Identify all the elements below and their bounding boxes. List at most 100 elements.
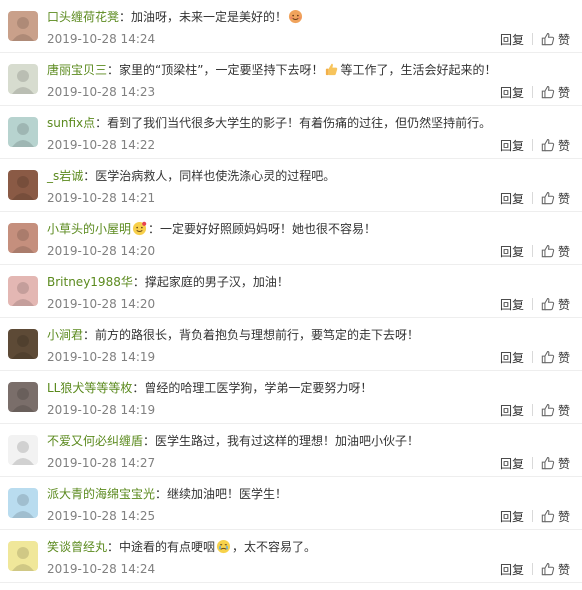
thumbs-up-icon [541,86,555,99]
comment-item: Britney1988华：撑起家庭的男子汉，加油！ 2019-10-28 14:2… [0,265,582,318]
comment-username-link[interactable]: _s岩诚 [47,169,83,183]
avatar[interactable] [8,541,38,571]
avatar[interactable] [8,11,38,41]
like-button[interactable]: 赞 [541,349,570,366]
comment-actions: 回复 赞 [500,296,570,312]
thumbs-up-icon [541,457,555,470]
action-divider [531,563,533,575]
comment-username-link[interactable]: 不爱又何必纠缠盾 [47,434,143,448]
comment-username-link[interactable]: Britney1988华 [47,275,133,289]
comment-username-link[interactable]: 唐丽宝贝三 [47,63,107,77]
thumbs-up-icon [541,298,555,311]
comment-username-link[interactable]: 派大青的海绵宝宝光 [47,487,155,501]
reply-button[interactable]: 回复 [500,137,524,154]
comment-text: ：家里的“顶梁柱”，一定要坚持下去呀！ [107,63,324,77]
comment-text: ：看到了我们当代很多大学生的影子！有着伤痛的过往，但仍然坚持前行。 [95,116,492,130]
action-divider [531,404,533,416]
comment-timestamp: 2019-10-28 14:25 [47,509,156,523]
comment-line: _s岩诚：医学治病救人，同样也使洗涤心灵的过程吧。 [47,168,574,184]
comment-item: 唐丽宝贝三：家里的“顶梁柱”，一定要坚持下去呀！ 等工作了，生活会好起来的！ 201… [0,53,582,106]
avatar[interactable] [8,170,38,200]
reply-button[interactable]: 回复 [500,561,524,578]
like-label: 赞 [557,509,570,524]
action-divider [531,33,533,45]
comment-line: Britney1988华：撑起家庭的男子汉，加油！ [47,274,574,290]
avatar[interactable] [8,329,38,359]
like-button[interactable]: 赞 [541,561,570,578]
like-button[interactable]: 赞 [541,402,570,419]
like-button[interactable]: 赞 [541,296,570,313]
thumbs-up-icon [541,192,555,205]
avatar[interactable] [8,435,38,465]
avatar[interactable] [8,117,38,147]
comment-actions: 回复 赞 [500,190,570,206]
avatar[interactable] [8,488,38,518]
like-button[interactable]: 赞 [541,137,570,154]
reply-button[interactable]: 回复 [500,402,524,419]
comment-username-link[interactable]: LL狼犬等等等枚 [47,381,132,395]
reply-button[interactable]: 回复 [500,31,524,48]
comment-item: _s岩诚：医学治病救人，同样也使洗涤心灵的过程吧。 2019-10-28 14:2… [0,159,582,212]
comment-timestamp: 2019-10-28 14:27 [47,456,156,470]
like-button[interactable]: 赞 [541,31,570,48]
comment-item: 派大青的海绵宝宝光：继续加油吧！医学生！ 2019-10-28 14:25 回复 赞 [0,477,582,530]
like-button[interactable]: 赞 [541,455,570,472]
comment-timestamp: 2019-10-28 14:24 [47,562,156,576]
like-label: 赞 [557,191,570,206]
reply-button[interactable]: 回复 [500,508,524,525]
reply-button[interactable]: 回复 [500,84,524,101]
like-label: 赞 [557,297,570,312]
like-button[interactable]: 赞 [541,190,570,207]
avatar[interactable] [8,382,38,412]
like-label: 赞 [557,350,570,365]
like-label: 赞 [557,403,570,418]
reply-button[interactable]: 回复 [500,243,524,260]
reply-button[interactable]: 回复 [500,190,524,207]
comment-username-link[interactable]: 笑谈曾经丸 [47,540,107,554]
comment-text: ：一定要好好照顾妈妈呀！她也很不容易！ [148,222,377,236]
thumbs-up-icon [541,404,555,417]
comment-username-link[interactable]: 小草头的小屋明 [47,222,131,236]
comment-line: sunfix点：看到了我们当代很多大学生的影子！有着伤痛的过往，但仍然坚持前行。 [47,115,574,131]
flower-emoji [131,221,148,236]
comment-list: 口头缠荷花凳：加油呀，未来一定是美好的！ 2019-10-28 14:24 回复赞唐… [0,0,582,590]
thumbs-up-icon [541,139,555,152]
comment-username-link[interactable]: 口头缠荷花凳 [47,10,119,24]
thumbs-up-icon [541,510,555,523]
like-label: 赞 [557,244,570,259]
smile-emoji [287,9,304,24]
thumbs-up-icon [541,245,555,258]
comment-timestamp: 2019-10-28 14:24 [47,32,156,46]
comment-actions: 回复 赞 [500,561,570,577]
comment-actions: 回复 赞 [500,31,570,47]
avatar[interactable] [8,276,38,306]
comment-line: 笑谈曾经丸：中途看的有点哽咽 ，太不容易了。 [47,539,574,555]
comment-actions: 回复 赞 [500,402,570,418]
action-divider [531,457,533,469]
reply-button[interactable]: 回复 [500,349,524,366]
comment-actions: 回复 赞 [500,84,570,100]
like-button[interactable]: 赞 [541,84,570,101]
comment-text: ：撑起家庭的男子汉，加油！ [132,275,289,289]
reply-button[interactable]: 回复 [500,455,524,472]
thumbs-up-icon [541,33,555,46]
comment-line: 不爱又何必纠缠盾：医学生路过，我有过这样的理想！加油吧小伙子！ [47,433,574,449]
comment-timestamp: 2019-10-28 14:21 [47,191,156,205]
comment-text: ：医学生路过，我有过这样的理想！加油吧小伙子！ [143,434,420,448]
comment-username-link[interactable]: 小涧君 [47,328,83,342]
like-button[interactable]: 赞 [541,243,570,260]
comment-username-link[interactable]: sunfix点 [47,116,95,130]
comment-line: 小草头的小屋明 ：一定要好好照顾妈妈呀！她也很不容易！ [47,221,574,237]
like-button[interactable]: 赞 [541,508,570,525]
comment-actions: 回复 赞 [500,508,570,524]
avatar[interactable] [8,64,38,94]
action-divider [531,351,533,363]
avatar[interactable] [8,223,38,253]
comment-item: 小涧君：前方的路很长，背负着抱负与理想前行，要笃定的走下去呀！ 2019-10-2… [0,318,582,371]
comment-item: sunfix点：看到了我们当代很多大学生的影子！有着伤痛的过往，但仍然坚持前行。… [0,106,582,159]
action-divider [531,192,533,204]
thumbs-up-icon [541,563,555,576]
comment-text-continued: 等工作了，生活会好起来的！ [340,63,497,77]
reply-button[interactable]: 回复 [500,296,524,313]
comment-actions: 回复 赞 [500,243,570,259]
